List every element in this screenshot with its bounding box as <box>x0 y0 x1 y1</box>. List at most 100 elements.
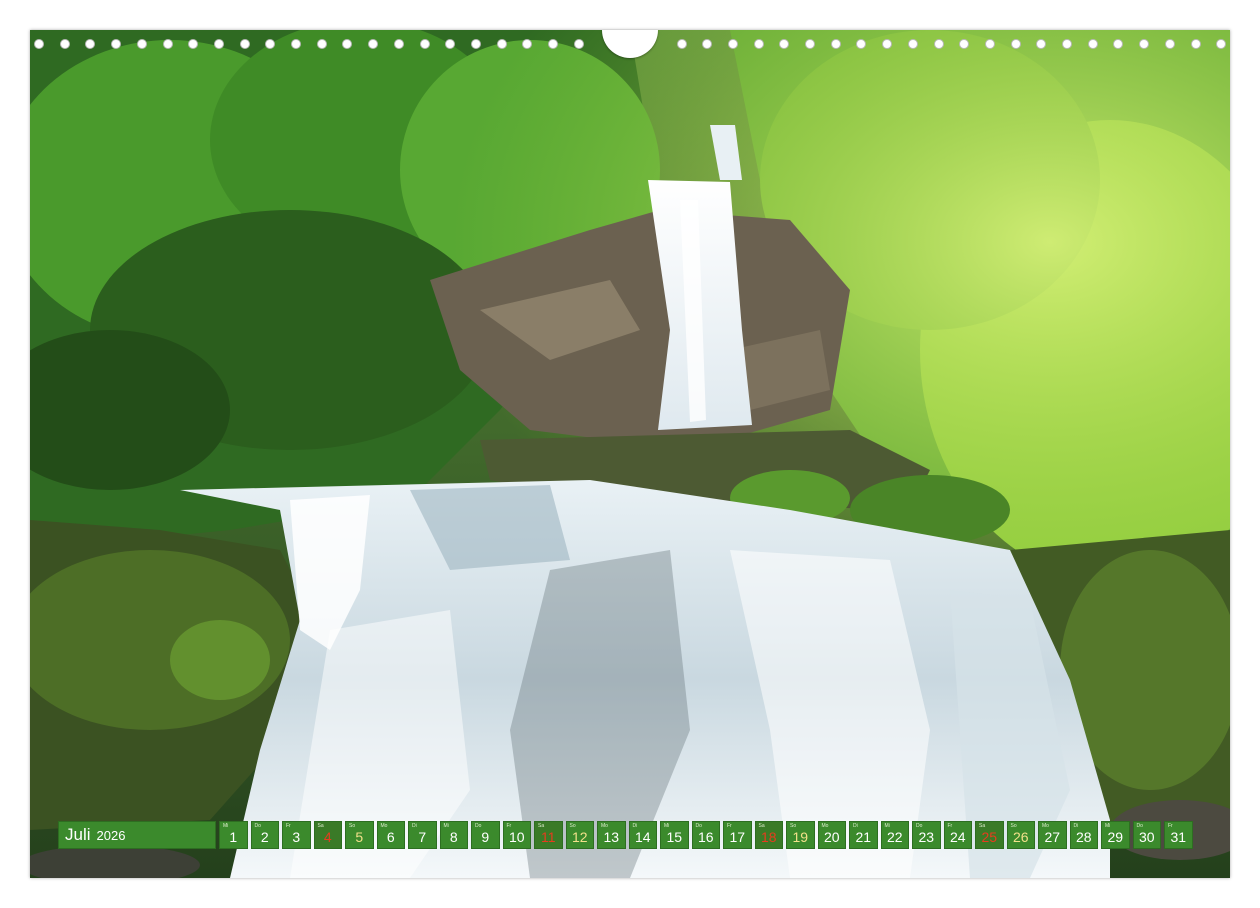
binding-hole <box>111 39 122 49</box>
calendar-page: Juli 2026 Mi 1 Do 2 Fr 3 Sa 4 So 5 Mo 6 Di 7 Mi 8 Do 9 Fr 1… <box>0 0 1260 908</box>
day-number: 8 <box>449 829 458 845</box>
binding-hole <box>702 39 713 49</box>
day-cell: Mi 15 <box>660 821 689 849</box>
binding-hole <box>1190 39 1201 49</box>
day-number: 2 <box>260 829 269 845</box>
day-cell: Mi 1 <box>219 821 248 849</box>
binding-hole <box>830 39 841 49</box>
binding-hole <box>213 39 224 49</box>
day-number: 10 <box>508 829 525 845</box>
binding-hole <box>291 39 301 49</box>
day-number: 9 <box>481 829 490 845</box>
day-cell: Di 21 <box>849 821 878 849</box>
binding-hole <box>59 39 70 49</box>
binding-hole <box>779 39 790 49</box>
binding-hole <box>368 39 379 49</box>
day-number: 24 <box>949 829 966 845</box>
day-cell: Do 30 <box>1132 821 1161 849</box>
day-cell: So 5 <box>345 821 374 849</box>
day-number: 27 <box>1044 829 1061 845</box>
day-cell: Di 28 <box>1069 821 1098 849</box>
binding-hole <box>805 39 815 49</box>
day-number: 16 <box>697 829 714 845</box>
day-number: 3 <box>292 829 301 845</box>
binding-hole <box>727 39 738 49</box>
binding-hole <box>470 39 481 49</box>
binding-hole <box>933 39 944 49</box>
binding-hole <box>239 39 250 49</box>
day-number: 7 <box>418 829 427 845</box>
day-cell: Fr 17 <box>723 821 752 849</box>
day-cell: Mo 27 <box>1038 821 1067 849</box>
day-cell: Fr 3 <box>282 821 311 849</box>
day-cell: So 26 <box>1006 821 1035 849</box>
binding-hole <box>316 39 327 49</box>
day-cell: Do 9 <box>471 821 500 849</box>
day-number: 21 <box>855 829 872 845</box>
day-cell: Fr 31 <box>1164 821 1193 849</box>
binding-hole <box>1216 39 1227 49</box>
hanger-cutout <box>602 30 658 58</box>
binding-hole <box>753 39 764 49</box>
day-cell: Fr 10 <box>502 821 531 849</box>
day-cells: Mi 1 Do 2 Fr 3 Sa 4 So 5 Mo 6 Di 7 Mi 8 Do 9 Fr 10 Sa 11 So 12 M… <box>219 821 1193 849</box>
spiral-binding <box>30 30 1230 58</box>
day-number: 13 <box>603 829 620 845</box>
binding-hole <box>136 39 147 49</box>
day-cell: Di 7 <box>408 821 437 849</box>
binding-hole <box>445 39 456 49</box>
day-cell: Sa 4 <box>313 821 342 849</box>
day-number: 30 <box>1138 829 1155 845</box>
day-number: 28 <box>1075 829 1092 845</box>
year: 2026 <box>96 827 126 843</box>
month-calendar-strip: Juli 2026 Mi 1 Do 2 Fr 3 Sa 4 So 5 Mo 6 Di 7 Mi 8 Do 9 Fr 1… <box>58 821 1193 849</box>
day-cell: Mo 13 <box>597 821 626 849</box>
day-cell: Sa 25 <box>975 821 1004 849</box>
day-cell: Mi 8 <box>439 821 468 849</box>
binding-hole <box>856 39 867 49</box>
day-cell: Do 2 <box>250 821 279 849</box>
day-number: 17 <box>729 829 746 845</box>
waterfall-illustration <box>30 30 1230 878</box>
day-number: 5 <box>355 829 364 845</box>
day-number: 26 <box>1012 829 1029 845</box>
day-number: 31 <box>1170 829 1187 845</box>
waterfall-photo <box>30 30 1230 878</box>
day-number: 4 <box>323 829 332 845</box>
day-number: 20 <box>823 829 840 845</box>
binding-hole <box>522 39 533 49</box>
binding-hole <box>1087 39 1098 49</box>
binding-hole <box>959 39 970 49</box>
binding-hole <box>907 39 918 49</box>
day-number: 22 <box>886 829 903 845</box>
day-cell: Mo 20 <box>817 821 846 849</box>
month-label: Juli 2026 <box>58 821 216 849</box>
day-cell: Sa 11 <box>534 821 563 849</box>
binding-hole <box>676 39 687 49</box>
day-number: 18 <box>760 829 777 845</box>
binding-hole <box>573 39 584 49</box>
day-cell: So 12 <box>565 821 594 849</box>
day-number: 15 <box>666 829 683 845</box>
day-number: 6 <box>386 829 395 845</box>
binding-hole <box>393 39 404 49</box>
day-number: 11 <box>540 829 556 845</box>
binding-hole <box>548 39 558 49</box>
day-number: 1 <box>229 829 238 845</box>
day-number: 12 <box>571 829 588 845</box>
day-number: 29 <box>1107 829 1124 845</box>
day-cell: Di 14 <box>628 821 657 849</box>
binding-hole <box>496 39 507 49</box>
binding-hole <box>1139 39 1150 49</box>
day-cell: So 19 <box>786 821 815 849</box>
day-cell: Fr 24 <box>943 821 972 849</box>
day-number: 14 <box>634 829 651 845</box>
binding-hole <box>882 39 893 49</box>
binding-hole <box>1164 39 1175 49</box>
day-cell: Mo 6 <box>376 821 405 849</box>
month-name: Juli <box>65 825 91 844</box>
binding-hole <box>85 39 96 49</box>
binding-hole <box>1036 39 1047 49</box>
day-number: 19 <box>792 829 809 845</box>
binding-hole <box>34 39 44 49</box>
